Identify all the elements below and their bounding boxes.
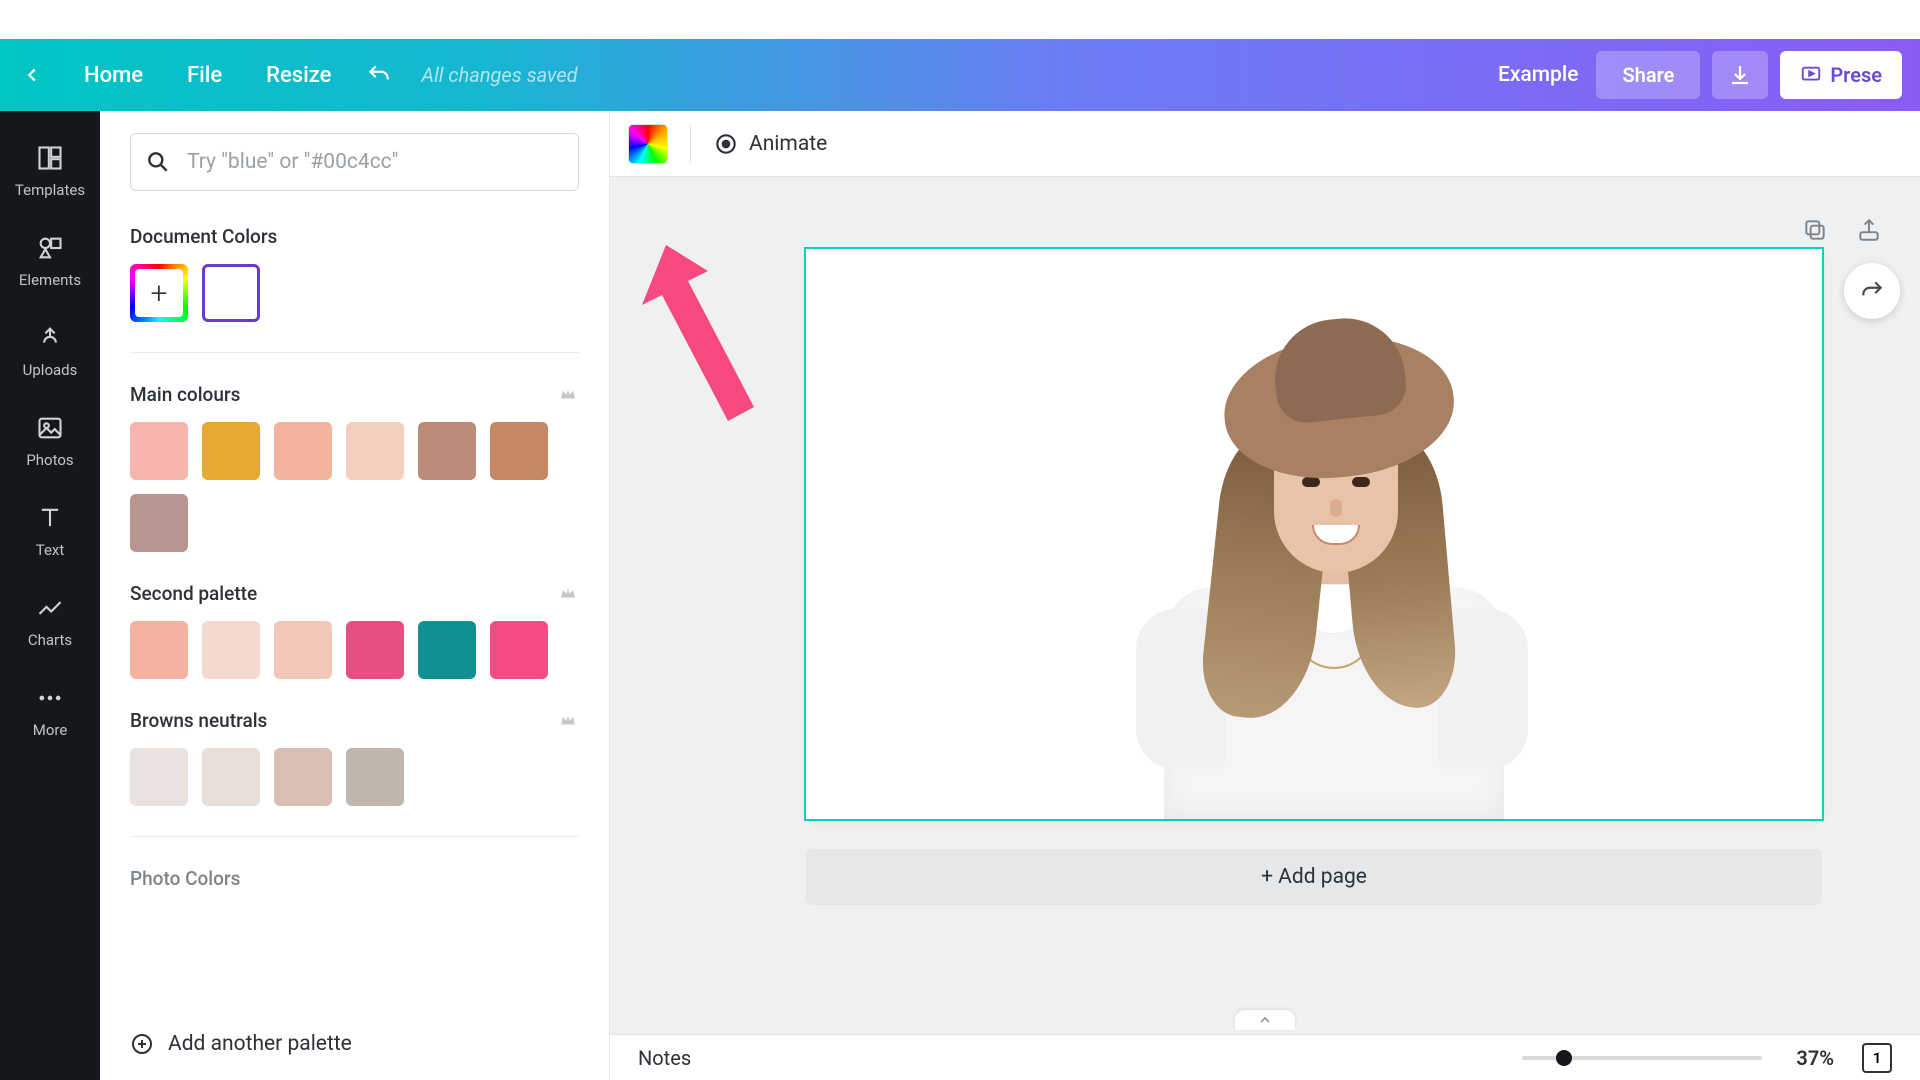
color-panel: Document Colors + Main colours Second pa… <box>100 111 610 1080</box>
uploads-icon <box>35 323 65 353</box>
color-swatch[interactable] <box>130 621 188 679</box>
present-button[interactable]: Prese <box>1780 51 1902 99</box>
text-icon <box>35 503 65 533</box>
add-color-button[interactable]: + <box>130 264 188 322</box>
rail-label: Uploads <box>23 361 78 379</box>
color-swatch[interactable] <box>346 748 404 806</box>
rail-label: Text <box>36 541 65 559</box>
color-swatch[interactable] <box>418 422 476 480</box>
color-swatch[interactable] <box>418 621 476 679</box>
search-icon <box>145 149 171 175</box>
charts-icon <box>35 593 65 623</box>
rail-label: Charts <box>28 631 72 649</box>
animate-label: Animate <box>749 132 827 156</box>
rail-label: Elements <box>19 271 81 289</box>
templates-icon <box>35 143 65 173</box>
color-swatch[interactable] <box>130 422 188 480</box>
undo-button[interactable] <box>359 55 399 95</box>
background-color-button[interactable] <box>628 124 668 164</box>
resize-menu[interactable]: Resize <box>244 63 353 88</box>
design-canvas[interactable] <box>806 249 1822 819</box>
zoom-value[interactable]: 37% <box>1796 1046 1834 1070</box>
share-button[interactable]: Share <box>1596 51 1700 99</box>
left-rail: Templates Elements Uploads Photos Text C… <box>0 111 100 1080</box>
page-count[interactable]: 1 <box>1862 1043 1892 1073</box>
color-swatch[interactable] <box>202 621 260 679</box>
crown-icon <box>559 711 579 731</box>
redo-float-button[interactable] <box>1844 263 1900 319</box>
rail-templates[interactable]: Templates <box>0 129 100 219</box>
main-colours-title: Main colours <box>130 383 240 406</box>
photo-colors-title: Photo Colors <box>130 867 579 890</box>
rail-label: Photos <box>26 451 73 469</box>
color-swatch[interactable] <box>490 621 548 679</box>
second-palette-row <box>130 621 579 679</box>
animate-button[interactable]: Animate <box>713 131 827 157</box>
elements-icon <box>35 233 65 263</box>
duplicate-page-button[interactable] <box>1802 217 1832 247</box>
rail-more[interactable]: More <box>0 669 100 759</box>
browns-title: Browns neutrals <box>130 709 267 732</box>
footer-bar: Notes 37% 1 <box>610 1034 1920 1080</box>
crown-icon <box>559 584 579 604</box>
rail-label: Templates <box>15 181 85 199</box>
doc-colors-title: Document Colors <box>130 225 579 248</box>
divider <box>130 836 579 837</box>
crown-icon <box>559 385 579 405</box>
home-menu[interactable]: Home <box>62 63 165 88</box>
browns-row <box>130 748 579 806</box>
color-swatch[interactable] <box>346 621 404 679</box>
second-palette-title: Second palette <box>130 582 257 605</box>
add-palette-button[interactable]: Add another palette <box>130 1032 352 1056</box>
panel-expand-handle[interactable] <box>1235 1010 1295 1030</box>
canvas-tools <box>1802 217 1886 247</box>
zoom-slider-knob[interactable] <box>1556 1050 1572 1066</box>
add-page-button[interactable]: + Add page <box>806 849 1822 905</box>
main-colours-row <box>130 422 579 552</box>
color-swatch[interactable] <box>274 422 332 480</box>
divider <box>130 352 579 353</box>
rail-charts[interactable]: Charts <box>0 579 100 669</box>
rail-uploads[interactable]: Uploads <box>0 309 100 399</box>
color-search-input[interactable] <box>187 150 564 174</box>
color-swatch[interactable] <box>274 621 332 679</box>
color-swatch[interactable] <box>346 422 404 480</box>
tutorial-arrow <box>636 237 776 437</box>
color-swatch[interactable] <box>490 422 548 480</box>
color-swatch[interactable] <box>202 422 260 480</box>
rail-label: More <box>33 721 68 739</box>
color-swatch[interactable] <box>202 748 260 806</box>
add-palette-label: Add another palette <box>168 1032 352 1056</box>
design-title[interactable]: Example <box>1498 63 1578 87</box>
file-menu[interactable]: File <box>165 63 244 88</box>
rail-elements[interactable]: Elements <box>0 219 100 309</box>
share-page-button[interactable] <box>1856 217 1886 247</box>
canvas-area: + Add page <box>610 177 1920 1034</box>
zoom-slider[interactable] <box>1522 1056 1762 1060</box>
more-icon <box>35 683 65 713</box>
rail-photos[interactable]: Photos <box>0 399 100 489</box>
context-toolbar: Animate <box>610 111 1920 177</box>
download-button[interactable] <box>1712 51 1768 99</box>
color-swatch[interactable] <box>274 748 332 806</box>
back-button[interactable] <box>18 61 46 89</box>
top-header: Home File Resize All changes saved Examp… <box>0 39 1920 111</box>
doc-colors-row: + <box>130 264 579 322</box>
color-swatch[interactable] <box>130 494 188 552</box>
color-swatch[interactable] <box>130 748 188 806</box>
photos-icon <box>35 413 65 443</box>
save-status: All changes saved <box>421 63 577 87</box>
canvas-photo[interactable] <box>1116 309 1536 819</box>
toolbar-separator <box>690 126 691 162</box>
color-search[interactable] <box>130 133 579 191</box>
present-label: Prese <box>1830 63 1882 87</box>
notes-button[interactable]: Notes <box>638 1046 691 1070</box>
rail-text[interactable]: Text <box>0 489 100 579</box>
doc-color-white[interactable] <box>202 264 260 322</box>
